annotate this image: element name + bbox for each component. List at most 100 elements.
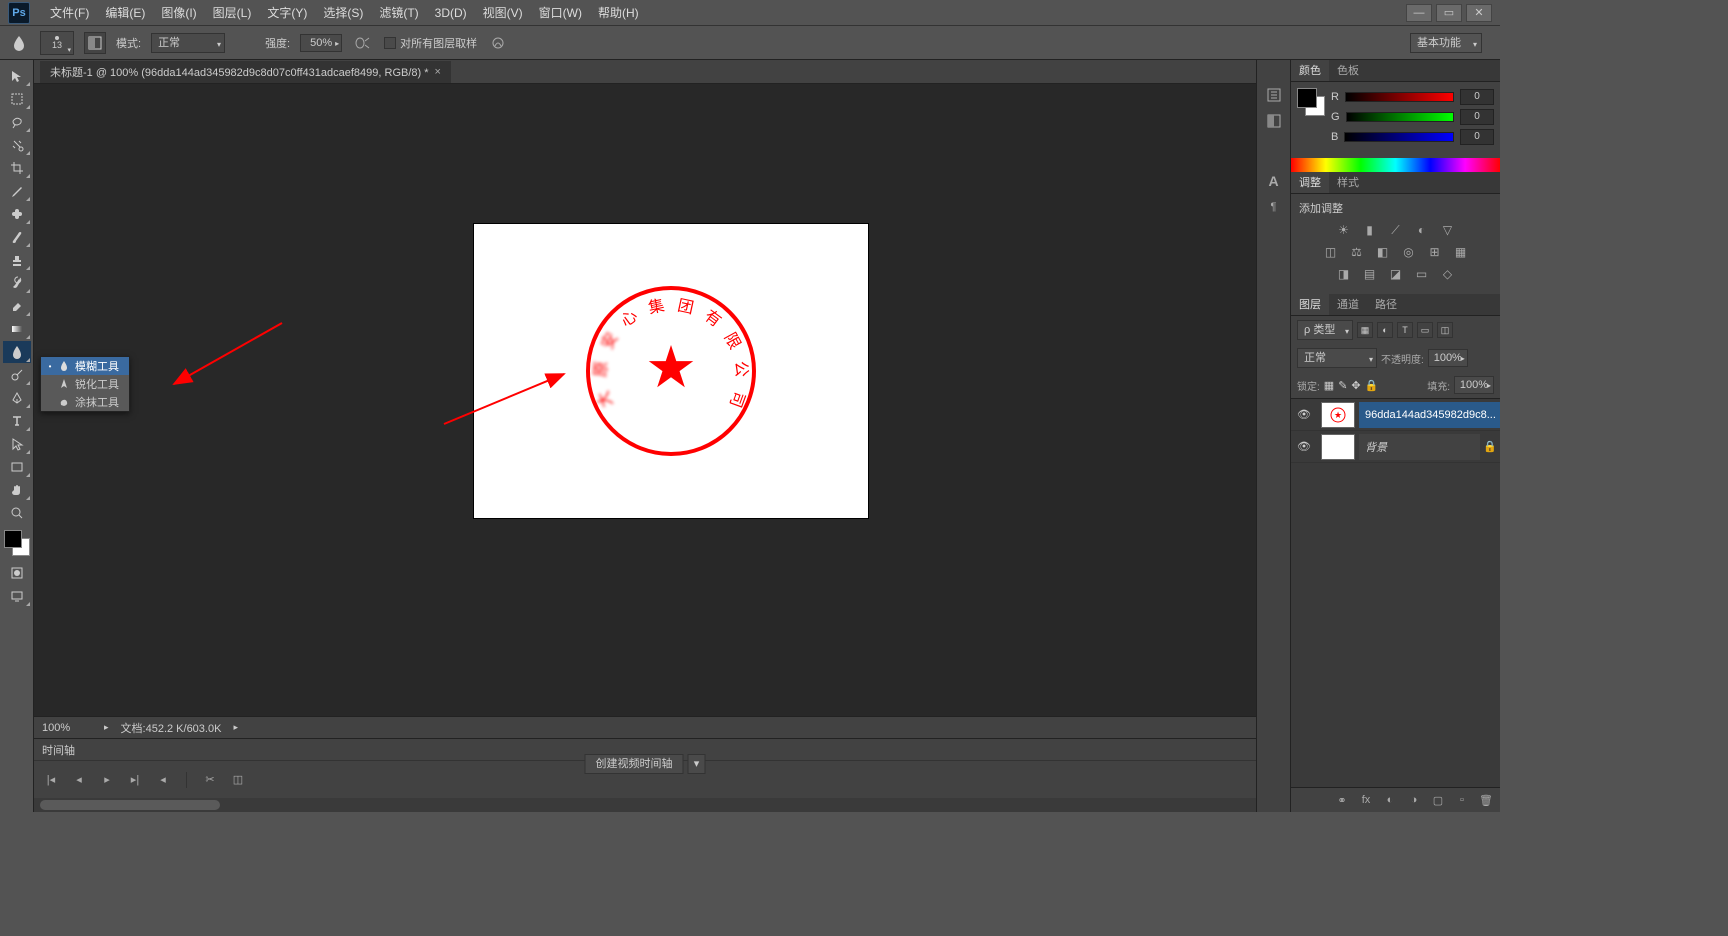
lock-pixels-icon[interactable]: ✎ (1338, 379, 1347, 392)
panel-icon-paragraph[interactable]: ¶ (1261, 196, 1287, 218)
tool-stamp[interactable] (3, 249, 31, 271)
layer-name[interactable]: 背景 (1359, 434, 1480, 460)
adj-hue-icon[interactable]: ◫ (1323, 244, 1339, 260)
tool-blur[interactable] (3, 341, 31, 363)
tool-brush[interactable] (3, 226, 31, 248)
tool-move[interactable] (3, 65, 31, 87)
menu-layer[interactable]: 图层(L) (205, 2, 260, 24)
window-restore-button[interactable]: ▭ (1436, 4, 1462, 22)
canvas-area[interactable]: ★ 大原安心集团有限公司 (34, 84, 1256, 716)
value-r[interactable]: 0 (1460, 89, 1494, 105)
window-minimize-button[interactable]: — (1406, 4, 1432, 22)
zoom-level[interactable]: 100% (42, 722, 92, 734)
color-swatches[interactable] (4, 530, 30, 556)
adj-brightness-icon[interactable]: ☀ (1336, 222, 1352, 238)
tool-zoom[interactable] (3, 502, 31, 524)
filter-smart-icon[interactable]: ◫ (1437, 322, 1453, 338)
doc-info[interactable]: 文档:452.2 K/603.0K (121, 720, 222, 736)
adj-mixer-icon[interactable]: ⊞ (1427, 244, 1443, 260)
layer-name[interactable]: 96dda144ad345982d9c8... (1359, 402, 1500, 428)
foreground-color[interactable] (4, 530, 22, 548)
filter-type-icon[interactable]: T (1397, 322, 1413, 338)
adj-bw-icon[interactable]: ◧ (1375, 244, 1391, 260)
timeline-type-dropdown[interactable]: ▾ (688, 754, 706, 774)
window-close-button[interactable]: ✕ (1466, 4, 1492, 22)
layer-visibility-icon[interactable]: 👁 (1291, 408, 1317, 421)
lock-all-icon[interactable]: 🔒 (1365, 379, 1379, 392)
menu-window[interactable]: 窗口(W) (531, 2, 590, 24)
new-adjustment-icon[interactable]: ◑ (1406, 792, 1422, 808)
menu-edit[interactable]: 编辑(E) (97, 2, 153, 24)
sample-all-layers-checkbox[interactable]: 对所有图层取样 (384, 35, 477, 51)
tool-eyedropper[interactable] (3, 180, 31, 202)
menu-type[interactable]: 文字(Y) (259, 2, 315, 24)
blend-mode-dropdown[interactable]: 正常 (151, 33, 225, 53)
tool-pen[interactable] (3, 387, 31, 409)
create-video-timeline-button[interactable]: 创建视频时间轴 (585, 754, 684, 774)
value-b[interactable]: 0 (1460, 129, 1494, 145)
filter-adjust-icon[interactable]: ◐ (1377, 322, 1393, 338)
adj-lookup-icon[interactable]: ▦ (1453, 244, 1469, 260)
strength-input[interactable]: 50% (300, 34, 342, 52)
slider-g[interactable] (1346, 112, 1454, 122)
tab-adjustments[interactable]: 调整 (1291, 172, 1329, 193)
workspace-switcher[interactable]: 基本功能 (1410, 33, 1482, 53)
filter-shape-icon[interactable]: ▭ (1417, 322, 1433, 338)
panel-icon-properties[interactable] (1261, 110, 1287, 132)
flyout-item-smudge[interactable]: 涂抹工具 (41, 393, 129, 411)
panel-icon-history[interactable] (1261, 84, 1287, 106)
pressure-opacity-icon[interactable] (487, 32, 509, 54)
link-layers-icon[interactable]: ⚭ (1334, 792, 1350, 808)
doc-info-menu-icon[interactable]: ▸ (233, 722, 238, 733)
tab-paths[interactable]: 路径 (1367, 294, 1405, 315)
layer-blend-mode[interactable]: 正常 (1297, 348, 1377, 368)
timeline-play[interactable]: ▸ (98, 771, 116, 789)
value-g[interactable]: 0 (1460, 109, 1494, 125)
brush-preset-picker[interactable]: 13 (40, 31, 74, 55)
adj-photo-filter-icon[interactable]: ◎ (1401, 244, 1417, 260)
slider-b[interactable] (1344, 132, 1454, 142)
new-layer-icon[interactable]: ▫ (1454, 792, 1470, 808)
adj-threshold-icon[interactable]: ◪ (1388, 266, 1404, 282)
layer-visibility-icon[interactable]: 👁 (1291, 440, 1317, 453)
tool-type[interactable] (3, 410, 31, 432)
adj-selective-icon[interactable]: ◇ (1440, 266, 1456, 282)
layer-thumbnail[interactable]: ★ (1321, 402, 1355, 428)
horizontal-scrollbar[interactable] (34, 798, 1256, 812)
panel-icon-character[interactable]: A (1261, 170, 1287, 192)
lock-position-icon[interactable]: ✥ (1351, 379, 1360, 392)
timeline-last-frame[interactable]: ◂ (154, 771, 172, 789)
pressure-size-icon[interactable] (352, 32, 374, 54)
delete-layer-icon[interactable]: 🗑 (1478, 792, 1494, 808)
menu-filter[interactable]: 滤镜(T) (371, 2, 426, 24)
menu-file[interactable]: 文件(F) (42, 2, 97, 24)
tab-swatches[interactable]: 色板 (1329, 60, 1367, 81)
tab-channels[interactable]: 通道 (1329, 294, 1367, 315)
layer-fx-icon[interactable]: fx (1358, 792, 1374, 808)
close-tab-icon[interactable]: × (435, 66, 441, 78)
adj-exposure-icon[interactable]: ◐ (1414, 222, 1430, 238)
adj-levels-icon[interactable]: ▮ (1362, 222, 1378, 238)
zoom-menu-icon[interactable]: ▸ (104, 722, 109, 733)
tool-indicator-blur-icon[interactable] (8, 32, 30, 54)
opacity-input[interactable]: 100% (1428, 349, 1468, 367)
new-group-icon[interactable]: ▢ (1430, 792, 1446, 808)
slider-r[interactable] (1345, 92, 1454, 102)
tool-screenmode[interactable] (3, 585, 31, 607)
flyout-item-sharpen[interactable]: 锐化工具 (41, 375, 129, 393)
adj-balance-icon[interactable]: ⚖ (1349, 244, 1365, 260)
color-panel-swatch[interactable] (1297, 88, 1325, 116)
menu-3d[interactable]: 3D(D) (427, 2, 475, 24)
tool-quickmask[interactable] (3, 562, 31, 584)
adj-invert-icon[interactable]: ◨ (1336, 266, 1352, 282)
timeline-tab[interactable]: 时间轴 (42, 742, 75, 758)
document-tab[interactable]: 未标题-1 @ 100% (96dda144ad345982d9c8d07c0f… (40, 61, 451, 83)
filter-pixel-icon[interactable]: ▦ (1357, 322, 1373, 338)
menu-view[interactable]: 视图(V) (475, 2, 531, 24)
tab-layers[interactable]: 图层 (1291, 294, 1329, 315)
layer-thumbnail[interactable] (1321, 434, 1355, 460)
timeline-next-frame[interactable]: ▸| (126, 771, 144, 789)
tool-rectangle[interactable] (3, 456, 31, 478)
tool-gradient[interactable] (3, 318, 31, 340)
tool-crop[interactable] (3, 157, 31, 179)
